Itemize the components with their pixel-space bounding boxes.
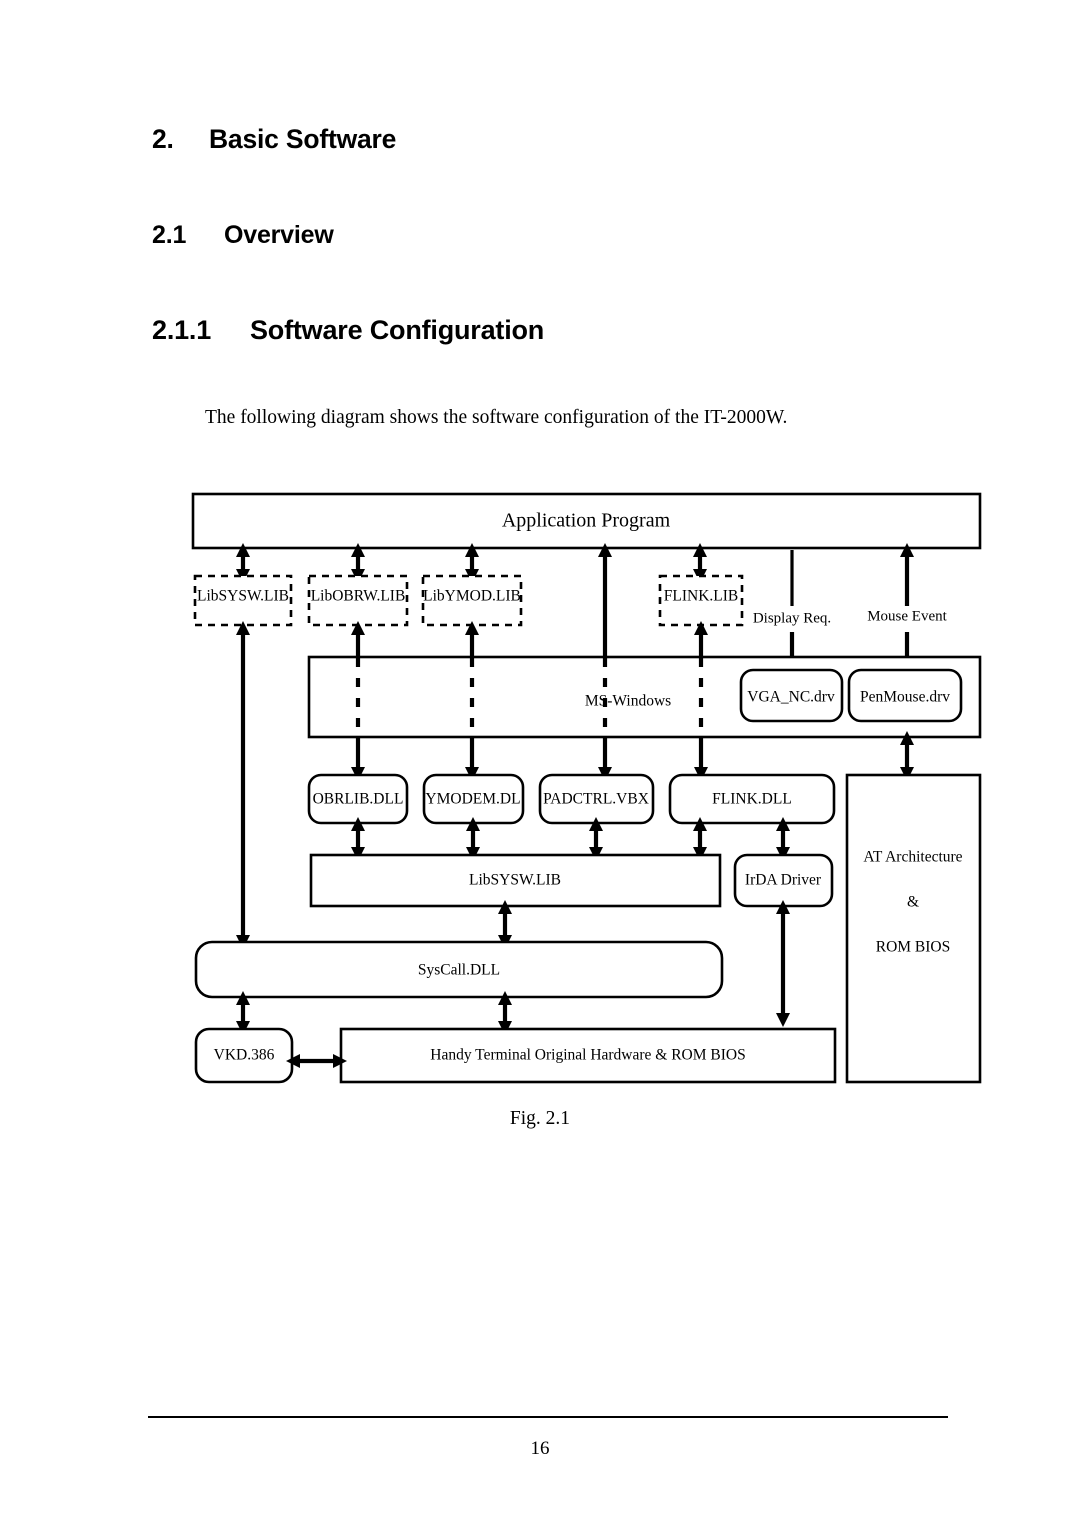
label-libobrw-lib: LibOBRW.LIB	[311, 588, 406, 605]
subsection-heading: 2.1.1 Software Configuration	[152, 315, 544, 346]
label-syscall-dll: SysCall.DLL	[418, 962, 500, 979]
label-handy-terminal: Handy Terminal Original Hardware & ROM B…	[430, 1047, 745, 1064]
label-vga-nc-drv: VGA_NC.drv	[747, 689, 835, 706]
label-flink-lib: FLINK.LIB	[664, 588, 738, 605]
subsection-title: Software Configuration	[250, 315, 545, 345]
label-vkd-386: VKD.386	[214, 1047, 275, 1064]
label-libsysw-lib-middle: LibSYSW.LIB	[469, 872, 561, 889]
chapter-title: Basic Software	[209, 124, 397, 154]
page-number: 16	[530, 1438, 550, 1459]
label-rom-bios: ROM BIOS	[876, 939, 951, 956]
section-heading: 2.1 Overview	[152, 221, 334, 250]
label-at-architecture-ampersand: &	[907, 894, 919, 911]
label-flink-dll: FLINK.DLL	[712, 791, 792, 808]
box-at-architecture-rom-bios	[845, 773, 982, 1084]
figure-caption: Fig. 2.1	[509, 1108, 571, 1129]
label-ymodem-dl: YMODEM.DL	[425, 791, 520, 808]
section-title: Overview	[224, 221, 334, 249]
chapter-heading: 2. Basic Software	[152, 124, 396, 155]
label-display-req: Display Req.	[753, 610, 831, 626]
footer-divider	[148, 1416, 948, 1418]
label-ms-windows: MS-Windows	[585, 693, 671, 710]
label-libymod-lib: LibYMOD.LIB	[423, 588, 521, 605]
label-penmouse-drv: PenMouse.drv	[860, 689, 950, 706]
label-mouse-event: Mouse Event	[867, 608, 947, 624]
label-libsysw-lib-top: LibSYSW.LIB	[197, 588, 289, 605]
label-padctrl-vbx: PADCTRL.VBX	[543, 791, 649, 808]
subsection-number: 2.1.1	[152, 315, 212, 345]
section-number: 2.1	[152, 221, 187, 249]
label-at-architecture: AT Architecture	[863, 849, 962, 866]
document-page: 2. Basic Software 2.1 Overview 2.1.1 Softwa…	[0, 0, 1080, 1528]
chapter-number: 2.	[152, 124, 174, 154]
label-application-program: Application Program	[502, 510, 671, 532]
label-irda-driver: IrDA Driver	[745, 872, 822, 889]
label-obrlib-dll: OBRLIB.DLL	[313, 791, 404, 808]
software-configuration-diagram: Application Program Display Req. Mouse E…	[191, 492, 982, 1084]
intro-paragraph: The following diagram shows the software…	[205, 407, 788, 428]
